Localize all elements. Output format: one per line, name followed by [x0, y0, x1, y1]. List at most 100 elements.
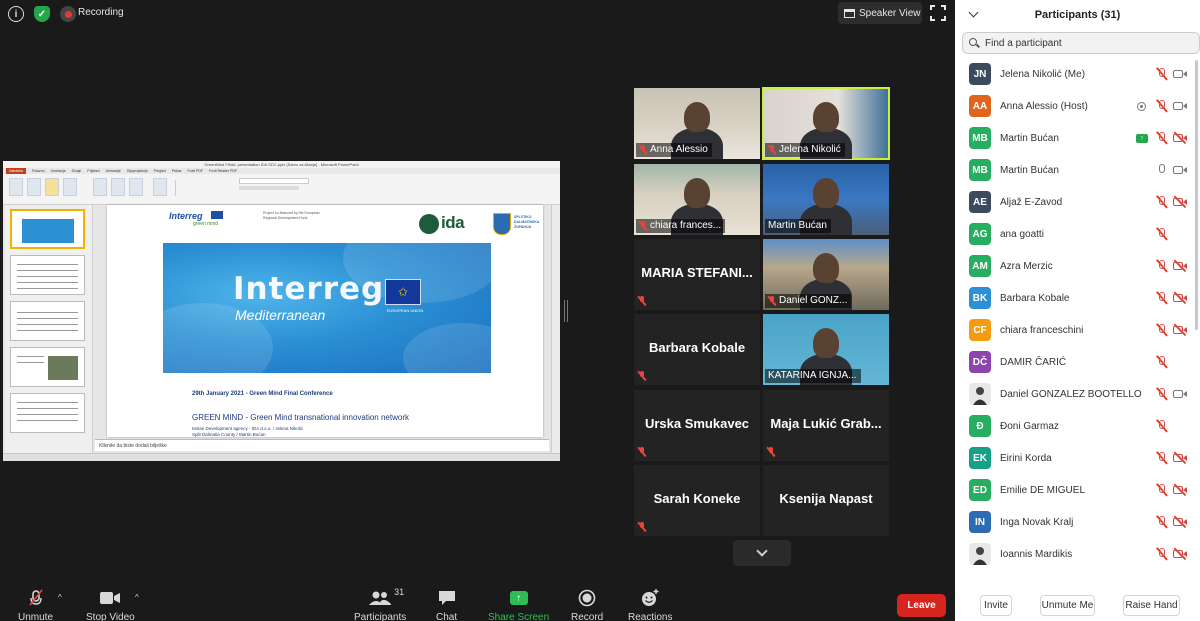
speaker-view-button[interactable]: Speaker View [838, 2, 922, 24]
participant-row[interactable]: JN Jelena Nikolić (Me) [955, 58, 1200, 90]
video-tile[interactable]: Sarah Koneke [634, 465, 760, 536]
participant-row[interactable]: AG ana goatti [955, 218, 1200, 250]
slide-scrollbar[interactable] [551, 205, 560, 453]
video-tile[interactable]: Martin Bućan [763, 164, 889, 235]
interreg-banner: Interreg Mediterranean ✩ EUROPEAN UNION [163, 243, 491, 373]
unmute-me-button[interactable]: Unmute Me [1040, 595, 1095, 616]
unmute-button[interactable]: Unmute [18, 589, 53, 621]
participant-name: Emilie DE MIGUEL [1000, 484, 1086, 496]
participant-search[interactable] [962, 32, 1200, 54]
info-icon[interactable]: i [8, 6, 24, 22]
video-tile[interactable]: KATARINA IGNJA... [763, 314, 889, 385]
video-camera-icon[interactable] [1173, 68, 1187, 80]
shared-screen[interactable]: GreenMind FINAL presentation IDA SDC.ppt… [3, 161, 560, 461]
participant-name: Daniel GONZALEZ BOOTELLO [1000, 388, 1142, 400]
video-tile[interactable]: Anna Alessio [634, 88, 760, 159]
video-name-tag: Martin Bućan [765, 219, 831, 233]
microphone-muted-icon[interactable] [1156, 195, 1168, 209]
microphone-muted-icon[interactable] [1156, 99, 1168, 113]
participant-name: DAMIR ČARIĆ [1000, 356, 1067, 368]
microphone-muted-icon [768, 145, 776, 155]
video-off-icon[interactable] [1173, 131, 1187, 145]
slide-thumbnail[interactable] [10, 347, 85, 387]
chat-button[interactable]: Chat [436, 589, 457, 621]
fullscreen-icon[interactable] [930, 5, 946, 21]
participant-row[interactable]: AM Azra Merzic [955, 250, 1200, 282]
slide-thumbnail[interactable] [10, 301, 85, 341]
microphone-muted-icon[interactable] [1156, 547, 1168, 561]
video-camera-icon[interactable] [1173, 100, 1187, 112]
share-screen-button[interactable]: ↑ Share Screen [488, 589, 549, 621]
slide-thumbnails[interactable] [5, 205, 93, 453]
microphone-muted-icon[interactable] [1156, 67, 1168, 81]
microphone-muted-icon[interactable] [1156, 387, 1168, 401]
participant-row[interactable]: AE Aljaž E-Zavod [955, 186, 1200, 218]
slide-thumbnail[interactable] [10, 393, 85, 433]
participant-row[interactable]: DČ DAMIR ČARIĆ [955, 346, 1200, 378]
slide-notes-field[interactable]: Kliknite da biste dodali bilješke [95, 439, 549, 451]
video-participant-name: chiara frances... [650, 220, 722, 231]
video-off-icon[interactable] [1173, 547, 1187, 561]
leave-button[interactable]: Leave [897, 594, 946, 617]
video-tile[interactable]: Maja Lukić Grab... [763, 390, 889, 461]
participant-row[interactable]: Ioannis Mardikis [955, 538, 1200, 570]
slide-thumbnail[interactable] [10, 255, 85, 295]
microphone-muted-icon[interactable] [1156, 355, 1168, 369]
audio-options-caret-icon[interactable]: ^ [58, 593, 62, 602]
microphone-muted-icon[interactable] [1156, 483, 1168, 497]
video-tile[interactable]: Daniel GONZ... [763, 239, 889, 310]
participant-name: Azra Merzic [1000, 260, 1053, 272]
microphone-icon[interactable] [1156, 163, 1168, 177]
microphone-muted-icon[interactable] [1156, 291, 1168, 305]
current-slide[interactable]: Interreg green mind Project co-financed … [107, 205, 543, 437]
participant-row[interactable]: ED Emilie DE MIGUEL [955, 474, 1200, 506]
video-camera-icon[interactable] [1173, 388, 1187, 400]
video-options-caret-icon[interactable]: ^ [135, 593, 139, 602]
participant-row[interactable]: BK Barbara Kobale [955, 282, 1200, 314]
video-tile[interactable]: Barbara Kobale [634, 314, 760, 385]
video-off-icon[interactable] [1173, 451, 1187, 465]
participants-button[interactable]: 31 Participants [354, 587, 406, 621]
record-button[interactable]: Record [571, 589, 603, 621]
participants-count: 31 [394, 587, 405, 597]
participant-row[interactable]: MB Martin Bućan ↑ [955, 122, 1200, 154]
video-off-icon[interactable] [1173, 195, 1187, 209]
participant-row[interactable]: CF chiara franceschini [955, 314, 1200, 346]
participant-row[interactable]: EK Eirini Korda [955, 442, 1200, 474]
panel-splitter-handle[interactable] [564, 300, 568, 322]
more-videos-button[interactable] [733, 540, 791, 566]
video-off-icon[interactable] [1173, 483, 1187, 497]
invite-button[interactable]: Invite [980, 595, 1012, 616]
participant-row[interactable]: IN Inga Novak Kralj [955, 506, 1200, 538]
microphone-muted-icon[interactable] [1156, 515, 1168, 529]
participant-search-input[interactable] [985, 37, 1185, 49]
video-off-icon[interactable] [1173, 515, 1187, 529]
video-camera-icon[interactable] [1173, 164, 1187, 176]
participant-video-feed [813, 253, 839, 283]
video-off-icon[interactable] [1173, 323, 1187, 337]
video-tile[interactable]: chiara frances... [634, 164, 760, 235]
participant-row[interactable]: Daniel GONZALEZ BOOTELLO [955, 378, 1200, 410]
slide-thumbnail[interactable] [10, 209, 85, 249]
stop-video-button[interactable]: Stop Video [86, 589, 135, 621]
video-tile[interactable]: MARIA STEFANI... [634, 239, 760, 310]
microphone-muted-icon[interactable] [1156, 131, 1168, 145]
microphone-muted-icon[interactable] [1156, 323, 1168, 337]
participant-list[interactable]: JN Jelena Nikolić (Me) AA Anna Alessio (Hos… [955, 58, 1200, 580]
microphone-muted-icon[interactable] [1156, 227, 1168, 241]
video-tile[interactable]: Urska Smukavec [634, 390, 760, 461]
video-off-icon[interactable] [1173, 259, 1187, 273]
participant-list-scrollbar[interactable] [1195, 60, 1198, 330]
participant-row[interactable]: AA Anna Alessio (Host) [955, 90, 1200, 122]
security-shield-icon[interactable]: ✓ [34, 6, 50, 22]
microphone-muted-icon[interactable] [1156, 259, 1168, 273]
microphone-muted-icon[interactable] [1156, 419, 1168, 433]
raise-hand-button[interactable]: Raise Hand [1123, 595, 1180, 616]
reactions-button[interactable]: Reactions [628, 589, 672, 621]
video-tile[interactable]: Ksenija Napast [763, 465, 889, 536]
participant-row[interactable]: MB Martin Bućan [955, 154, 1200, 186]
participant-row[interactable]: Đ Đoni Garmaz [955, 410, 1200, 442]
video-tile[interactable]: Jelena Nikolić [762, 87, 890, 160]
microphone-muted-icon[interactable] [1156, 451, 1168, 465]
video-off-icon[interactable] [1173, 291, 1187, 305]
